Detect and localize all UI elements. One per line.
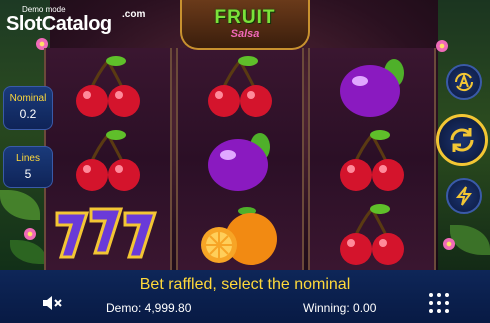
nominal-selector[interactable]: Nominal 0.2 (3, 86, 53, 130)
sound-toggle-button[interactable] (40, 292, 64, 314)
speaker-muted-icon (43, 296, 62, 310)
symbol-seven (46, 196, 170, 270)
lines-selector[interactable]: Lines 5 (3, 146, 53, 188)
reel-1 (44, 48, 172, 270)
logo-text: SlotCatalog (6, 13, 112, 36)
symbol-cherry (310, 198, 434, 270)
autoplay-button[interactable] (446, 64, 482, 100)
cherry-icon (340, 204, 404, 265)
triple-seven-icon (55, 207, 158, 259)
lightning-icon (455, 186, 472, 206)
flower-decor (443, 238, 455, 250)
logo-slot: Slot (6, 13, 42, 35)
cherry-icon (76, 56, 140, 117)
plum-icon (340, 59, 404, 117)
symbol-plum (310, 50, 434, 124)
symbol-cherry (310, 124, 434, 198)
flower-decor (436, 40, 448, 52)
flower-decor (24, 228, 36, 240)
nominal-label: Nominal (9, 93, 47, 104)
logo-catalog: Catalog (41, 13, 112, 35)
winning-amount: Winning: 0.00 (303, 301, 377, 315)
symbol-orange (178, 198, 302, 270)
cherry-icon (76, 130, 140, 191)
orange-icon (201, 207, 277, 265)
symbol-plum (178, 124, 302, 198)
lines-label: Lines (16, 153, 40, 164)
symbol-cherry (46, 50, 170, 124)
game-stage: FRUIT Salsa Demo mode SlotCatalog .com N… (0, 0, 490, 270)
nominal-value: 0.2 (19, 107, 37, 121)
game-title-sub: Salsa (230, 28, 260, 40)
brand-logo: Demo mode SlotCatalog .com (0, 0, 145, 42)
game-title-board: FRUIT Salsa (180, 0, 310, 50)
plum-icon (208, 133, 270, 191)
symbol-cherry (178, 50, 302, 124)
autoplay-a-icon (454, 72, 474, 92)
spin-button[interactable] (436, 114, 488, 166)
symbol-cherry (46, 124, 170, 198)
reels (44, 48, 436, 270)
status-message: Bet raffled, select the nominal (139, 276, 351, 293)
lines-value: 5 (24, 167, 32, 181)
game-title-main: FRUIT (214, 7, 276, 28)
logo-com: .com (122, 9, 146, 20)
reel-3 (308, 48, 436, 270)
menu-button[interactable] (428, 292, 450, 314)
reel-2 (176, 48, 304, 270)
demo-balance: Demo: 4,999.80 (106, 301, 192, 315)
cherry-icon (208, 56, 272, 117)
turbo-button[interactable] (446, 178, 482, 214)
spin-arrows-icon (450, 128, 474, 152)
cherry-icon (340, 130, 404, 191)
grid-menu-icon (429, 293, 449, 313)
